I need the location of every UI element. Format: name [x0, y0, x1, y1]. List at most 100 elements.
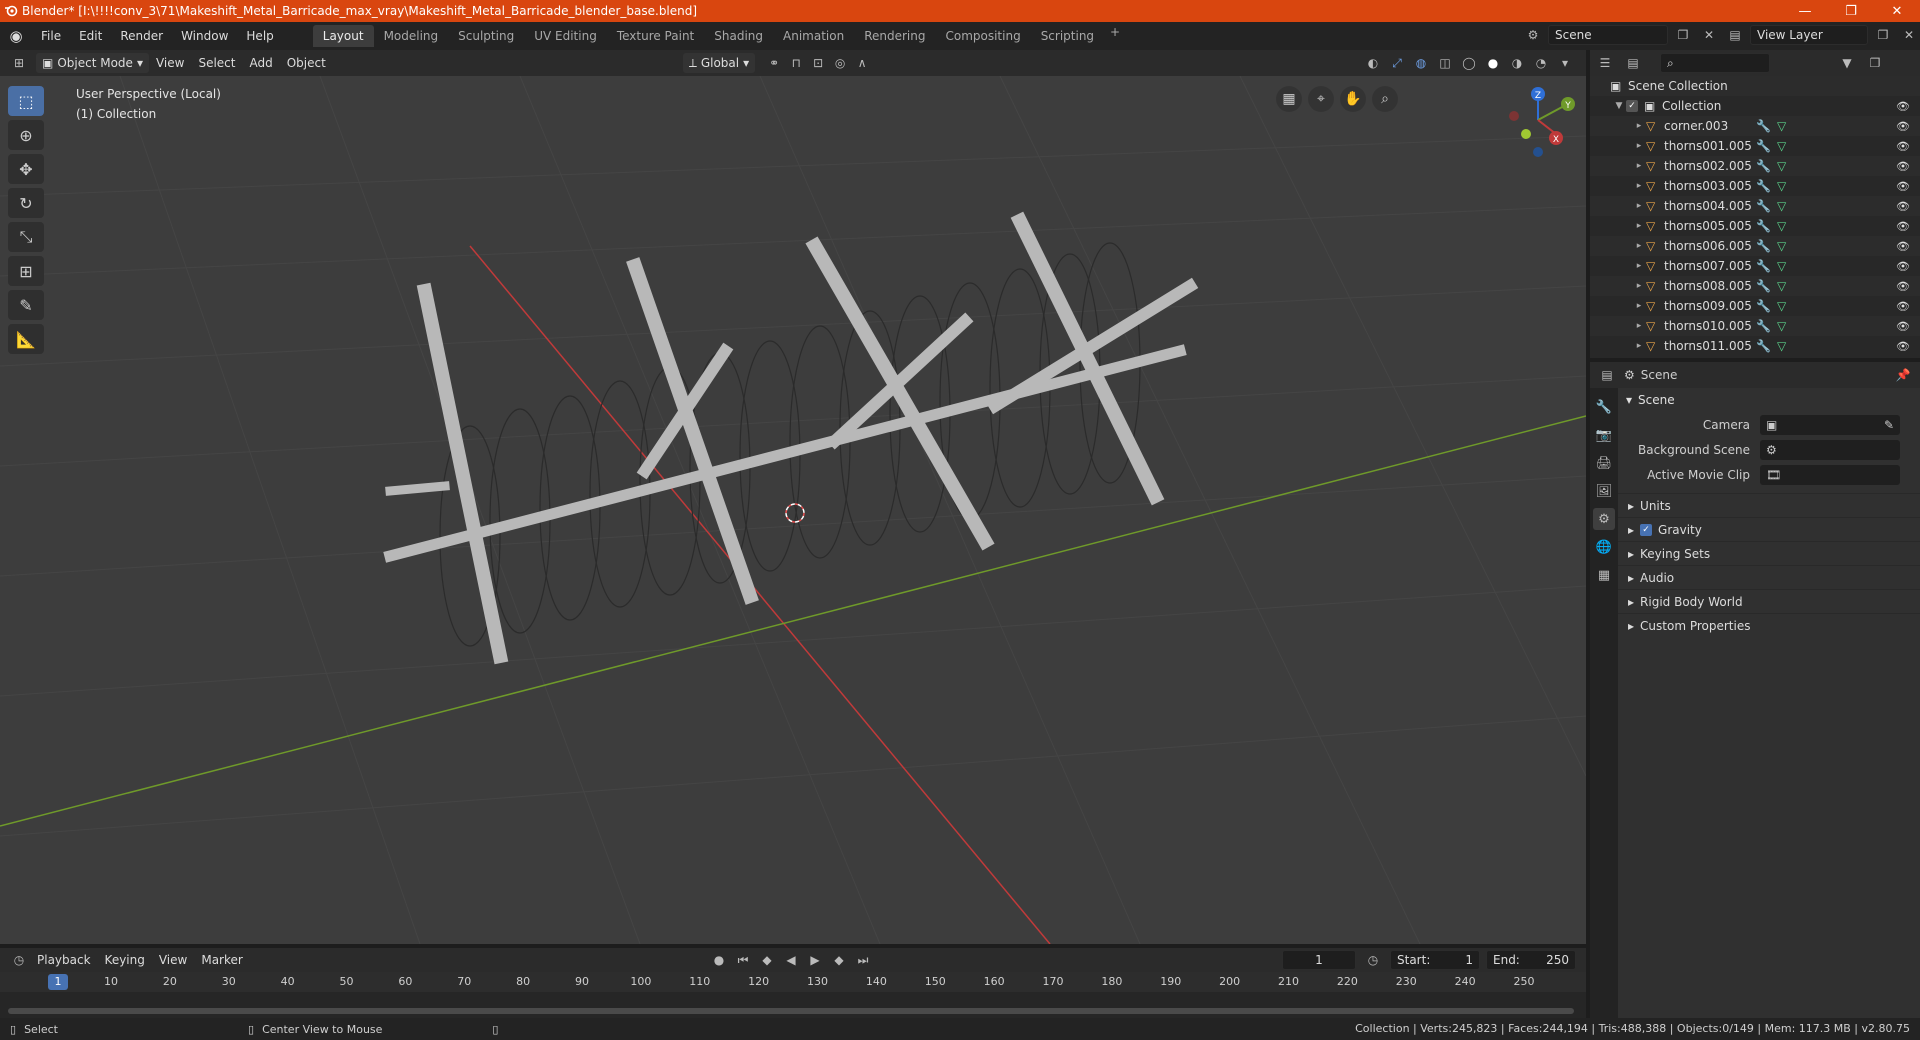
rotate-tool-icon[interactable]: ↻: [8, 188, 44, 218]
mesh-data-icon[interactable]: ▽: [1777, 299, 1786, 313]
expand-triangle-icon[interactable]: ▸: [1632, 181, 1646, 191]
background-scene-field[interactable]: ⚙: [1760, 439, 1900, 460]
outliner-object-row[interactable]: ▸ ▽ thorns003.005 🔧 ▽ 👁: [1590, 176, 1920, 196]
proportional-edit-icon[interactable]: ◎: [829, 53, 851, 73]
snap-icon[interactable]: ⊓: [785, 53, 807, 73]
editor-type-icon[interactable]: ⊞: [8, 53, 30, 73]
shading-options-icon[interactable]: ▾: [1554, 53, 1576, 73]
eye-icon[interactable]: 👁: [1896, 340, 1910, 353]
start-frame-field[interactable]: Start: 1: [1390, 950, 1480, 970]
new-collection-icon[interactable]: ❐: [1864, 53, 1886, 73]
snap-target-icon[interactable]: ⊡: [807, 53, 829, 73]
mesh-data-icon[interactable]: ▽: [1777, 119, 1786, 133]
outliner-object-row[interactable]: ▸ ▽ thorns011.005 🔧 ▽ 👁: [1590, 336, 1920, 356]
pivot-icon[interactable]: ⚭: [763, 53, 785, 73]
outliner-object-row[interactable]: ▸ ▽ thorns007.005 🔧 ▽ 👁: [1590, 256, 1920, 276]
expand-triangle-icon[interactable]: ▸: [1632, 201, 1646, 211]
transform-tool-icon[interactable]: ⊞: [8, 256, 44, 286]
modifier-wrench-icon[interactable]: 🔧: [1756, 139, 1771, 153]
view-layer-tab-icon[interactable]: 🖼: [1593, 480, 1615, 502]
expand-triangle-icon[interactable]: ▸: [1632, 221, 1646, 231]
menu-render[interactable]: Render: [111, 22, 172, 50]
xray-icon[interactable]: ◫: [1434, 53, 1456, 73]
close-button[interactable]: ✕: [1874, 0, 1920, 22]
mesh-data-icon[interactable]: ▽: [1777, 159, 1786, 173]
expand-triangle-icon[interactable]: ▸: [1632, 321, 1646, 331]
tab-sculpting[interactable]: Sculpting: [448, 25, 524, 47]
tab-texture-paint[interactable]: Texture Paint: [607, 25, 704, 47]
audio-panel[interactable]: ▸ Audio: [1618, 565, 1920, 589]
mesh-data-icon[interactable]: ▽: [1777, 219, 1786, 233]
visibility-icon[interactable]: ◐: [1362, 53, 1384, 73]
eye-icon[interactable]: 👁: [1896, 240, 1910, 253]
modifier-wrench-icon[interactable]: 🔧: [1756, 299, 1771, 313]
menu-help[interactable]: Help: [237, 22, 282, 50]
tab-compositing[interactable]: Compositing: [935, 25, 1030, 47]
custom-properties-panel[interactable]: ▸ Custom Properties: [1618, 613, 1920, 637]
viewport-menu-object[interactable]: Object: [280, 50, 333, 76]
transform-orientation-dropdown[interactable]: ⟂ Global ▾: [682, 53, 756, 73]
eye-icon[interactable]: 👁: [1896, 200, 1910, 213]
minimize-button[interactable]: —: [1782, 0, 1828, 22]
eye-icon[interactable]: 👁: [1896, 120, 1910, 133]
active-movie-clip-field[interactable]: 🎞: [1760, 464, 1900, 485]
expand-triangle-icon[interactable]: ▸: [1632, 121, 1646, 131]
current-frame-field[interactable]: 1: [1282, 950, 1356, 970]
outliner-object-row[interactable]: ▸ ▽ thorns004.005 🔧 ▽ 👁: [1590, 196, 1920, 216]
rigid-body-world-panel[interactable]: ▸ Rigid Body World: [1618, 589, 1920, 613]
camera-field[interactable]: ▣ ✎: [1760, 414, 1900, 435]
cursor-tool-icon[interactable]: ⊕: [8, 120, 44, 150]
menu-window[interactable]: Window: [172, 22, 237, 50]
output-tab-icon[interactable]: 🖨: [1593, 452, 1615, 474]
outliner-editor-type-icon[interactable]: ☰: [1594, 53, 1616, 73]
wireframe-shading-icon[interactable]: ◯: [1458, 53, 1480, 73]
outliner-object-row[interactable]: ▸ ▽ thorns008.005 🔧 ▽ 👁: [1590, 276, 1920, 296]
zoom-icon[interactable]: ⌕: [1372, 86, 1398, 112]
properties-editor-type-icon[interactable]: ▤: [1596, 365, 1618, 385]
timeline-menu-keying[interactable]: Keying: [98, 947, 152, 973]
viewport-menu-view[interactable]: View: [149, 50, 191, 76]
gravity-checkbox[interactable]: ✓: [1640, 523, 1653, 536]
expand-triangle-icon[interactable]: ▸: [1632, 341, 1646, 351]
modifier-wrench-icon[interactable]: 🔧: [1756, 339, 1771, 353]
modifier-wrench-icon[interactable]: 🔧: [1756, 259, 1771, 273]
outliner-object-row[interactable]: ▸ ▽ thorns010.005 🔧 ▽ 👁: [1590, 316, 1920, 336]
timeline-menu-playback[interactable]: Playback: [30, 947, 98, 973]
play-reverse-icon[interactable]: ◀: [780, 950, 802, 970]
outliner-object-row[interactable]: ▸ ▽ thorns006.005 🔧 ▽ 👁: [1590, 236, 1920, 256]
scene-field[interactable]: Scene: [1548, 25, 1668, 45]
record-icon[interactable]: ●: [708, 950, 730, 970]
world-tab-icon[interactable]: 🌐: [1593, 536, 1615, 558]
modifier-wrench-icon[interactable]: 🔧: [1756, 179, 1771, 193]
select-box-tool-icon[interactable]: ⬚: [8, 86, 44, 116]
mesh-data-icon[interactable]: ▽: [1777, 199, 1786, 213]
units-panel[interactable]: ▸ Units: [1618, 493, 1920, 517]
expand-triangle-icon[interactable]: ▸: [1632, 301, 1646, 311]
tab-shading[interactable]: Shading: [704, 25, 773, 47]
expand-triangle-icon[interactable]: ▸: [1632, 241, 1646, 251]
tab-layout[interactable]: Layout: [312, 25, 374, 47]
outliner-object-row[interactable]: ▸ ▽ thorns001.005 🔧 ▽ 👁: [1590, 136, 1920, 156]
material-shading-icon[interactable]: ◑: [1506, 53, 1528, 73]
grid-icon[interactable]: ▦: [1276, 86, 1302, 112]
play-icon[interactable]: ▶: [804, 950, 826, 970]
eye-icon[interactable]: 👁: [1896, 160, 1910, 173]
modifier-wrench-icon[interactable]: 🔧: [1756, 239, 1771, 253]
pin-icon[interactable]: 📌: [1892, 365, 1914, 385]
maximize-button[interactable]: ❐: [1828, 0, 1874, 22]
new-scene-icon[interactable]: ❐: [1672, 25, 1694, 45]
timeline-area[interactable]: 1 10 20 30 40 50 60 70 80 90 100 110 120 130 140 150 160…: [0, 972, 1586, 1018]
eye-icon[interactable]: 👁: [1896, 300, 1910, 313]
solid-shading-icon[interactable]: ●: [1482, 53, 1504, 73]
modifier-wrench-icon[interactable]: 🔧: [1756, 279, 1771, 293]
navigation-gizmo[interactable]: Z Y X: [1509, 87, 1575, 157]
scene-tab-icon[interactable]: ⚙: [1593, 508, 1615, 530]
mesh-data-icon[interactable]: ▽: [1777, 339, 1786, 353]
timeline-scrollbar[interactable]: [8, 1008, 1574, 1014]
display-mode-icon[interactable]: ▤: [1622, 53, 1644, 73]
expand-triangle-icon[interactable]: ▸: [1632, 141, 1646, 151]
viewport-menu-add[interactable]: Add: [242, 50, 279, 76]
outliner-object-row[interactable]: ▸ ▽ thorns002.005 🔧 ▽ 👁: [1590, 156, 1920, 176]
tool-tab-icon[interactable]: 🔧: [1593, 396, 1615, 418]
mesh-data-icon[interactable]: ▽: [1777, 319, 1786, 333]
